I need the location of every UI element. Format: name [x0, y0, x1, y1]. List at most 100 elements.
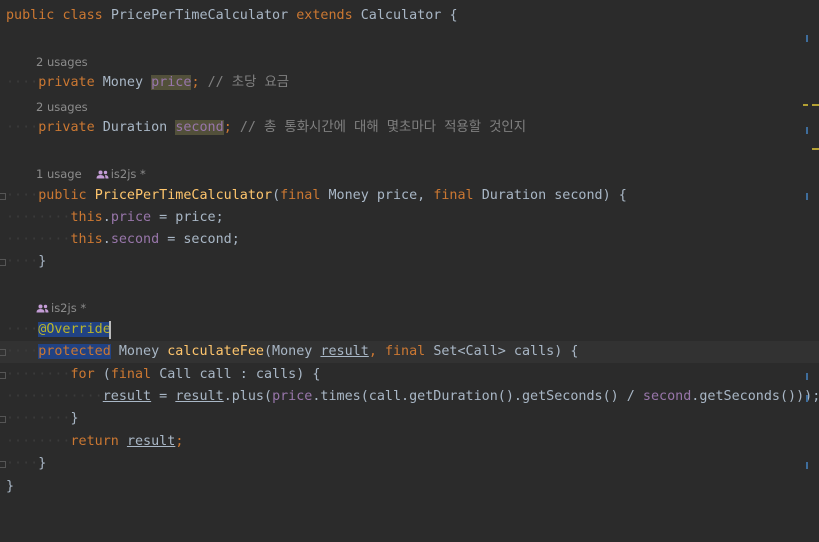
inlay-usages-hint[interactable]: 2 usages	[0, 51, 819, 73]
code-line-close-method[interactable]: ····}	[0, 453, 819, 475]
inlay-usages-hint[interactable]: 2 usages	[0, 96, 819, 118]
field-name: price	[272, 389, 313, 404]
usages-hint[interactable]: 2 usages	[36, 96, 88, 118]
code-line-close-constructor[interactable]: ····}	[0, 251, 819, 273]
field-name: price	[110, 210, 152, 225]
indent-guide: ········	[6, 232, 71, 247]
field-name: second	[642, 389, 692, 404]
indent-guide: ····	[6, 456, 39, 471]
semicolon: ;	[191, 75, 200, 90]
indent-guide: ····	[6, 344, 39, 359]
class-name: PricePerTimeCalculator	[110, 8, 289, 23]
brace: {	[449, 8, 458, 23]
operator: =	[151, 389, 176, 404]
indent-guide: ········	[6, 367, 71, 382]
error-stripe-mark[interactable]	[806, 193, 808, 200]
indent-guide: ············	[6, 389, 103, 404]
keyword: final	[384, 344, 426, 359]
people-icon	[96, 170, 109, 179]
keyword: public	[38, 188, 87, 203]
type-name: Duration	[102, 120, 168, 135]
code-line-field-second[interactable]: ····private Duration second; // 총 통화시간에 …	[0, 117, 819, 139]
inlay-usage-author-hint[interactable]: 1 usage is2js *	[0, 163, 819, 185]
method-name: calculateFee	[167, 344, 264, 359]
type-name: Money	[102, 75, 144, 90]
usages-hint[interactable]: 2 usages	[36, 51, 88, 73]
error-stripe-mark[interactable]	[806, 462, 808, 469]
brace: }	[38, 254, 47, 269]
code-line-assign-second[interactable]: ········this.second = second;	[0, 229, 819, 251]
author-hint[interactable]: is2js *	[111, 167, 146, 181]
error-stripe-mark[interactable]	[806, 395, 808, 402]
keyword: final	[280, 188, 321, 203]
variable: result	[175, 389, 224, 404]
error-stripe-mark[interactable]	[806, 373, 808, 380]
hint-group[interactable]: is2js *	[36, 297, 86, 319]
keyword: this	[70, 232, 103, 247]
constructor-name: PricePerTimeCalculator	[94, 188, 273, 203]
code-line-override[interactable]: ····@Override	[0, 319, 819, 341]
keyword: private	[38, 75, 95, 90]
loop-header: Call call : calls) {	[159, 367, 321, 382]
hint-group[interactable]: 1 usage is2js *	[36, 163, 146, 185]
parameter-type: (Money	[264, 344, 321, 359]
indent-guide: ····	[6, 188, 39, 203]
keyword: return	[70, 434, 119, 449]
indent-guide: ····	[6, 75, 39, 90]
expression: = price;	[151, 210, 224, 225]
code-line-method-signature[interactable]: ····protected Money calculateFee(Money r…	[0, 341, 819, 363]
indent-guide: ········	[6, 210, 71, 225]
superclass-name: Calculator	[360, 8, 442, 23]
code-line-constructor[interactable]: ····public PricePerTimeCalculator(final …	[0, 185, 819, 207]
brace: }	[6, 479, 15, 494]
paren: (	[102, 367, 111, 382]
code-line-close-for[interactable]: ········}	[0, 408, 819, 430]
parameter: Set<Call> calls) {	[433, 344, 579, 359]
field-name: second	[110, 232, 160, 247]
error-stripe-warning[interactable]	[812, 104, 819, 106]
error-stripe-warning[interactable]	[812, 148, 819, 150]
keyword: extends	[296, 8, 353, 23]
error-stripe-warning[interactable]	[803, 104, 808, 106]
indent-guide: ····	[6, 322, 39, 337]
field-name: price	[151, 75, 192, 90]
code-line-for[interactable]: ········for (final Call call : calls) {	[0, 364, 819, 386]
semicolon: ;	[223, 120, 232, 135]
semicolon: ;	[175, 434, 184, 449]
code-line-assign-price[interactable]: ········this.price = price;	[0, 207, 819, 229]
indent-guide: ····	[6, 120, 39, 135]
variable: result	[102, 389, 152, 404]
error-stripe-mark[interactable]	[806, 127, 808, 134]
code-line-assign-result[interactable]: ············result = result.plus(price.t…	[0, 386, 819, 408]
dot: .	[102, 232, 111, 247]
code-line-return[interactable]: ········return result;	[0, 431, 819, 453]
method-call: .getSeconds()));	[691, 389, 819, 404]
code-line-close-class[interactable]: }	[0, 476, 819, 498]
error-stripe-mark[interactable]	[806, 35, 808, 42]
variable: result	[126, 434, 176, 449]
brace: }	[70, 411, 79, 426]
keyword: for	[70, 367, 95, 382]
text-caret	[109, 321, 111, 339]
keyword: private	[38, 120, 95, 135]
inlay-author-hint[interactable]: is2js *	[0, 297, 819, 319]
expression: = second;	[159, 232, 240, 247]
method-call: .plus(	[223, 389, 273, 404]
usages-hint[interactable]: 1 usage	[36, 167, 82, 181]
type-name: Money	[118, 344, 160, 359]
method-call: .times(call.getDuration().getSeconds() /	[312, 389, 643, 404]
code-line-field-price[interactable]: ····private Money price; // 초당 요금	[0, 72, 819, 94]
parameter: Duration second) {	[481, 188, 627, 203]
code-line-class-declaration[interactable]: public class PricePerTimeCalculator exte…	[0, 5, 819, 27]
keyword: class	[62, 8, 103, 23]
indent-guide: ········	[6, 411, 71, 426]
field-name: second	[175, 120, 224, 135]
comment: // 총 통화시간에 대해 몇초마다 적용할 것인지	[239, 120, 527, 135]
brace: }	[38, 456, 47, 471]
indent-guide: ········	[6, 434, 71, 449]
annotation-name: Override	[46, 322, 111, 337]
code-editor[interactable]: public class PricePerTimeCalculator exte…	[0, 0, 819, 518]
author-hint[interactable]: is2js *	[51, 301, 86, 315]
keyword: this	[70, 210, 103, 225]
keyword: public	[6, 8, 55, 23]
